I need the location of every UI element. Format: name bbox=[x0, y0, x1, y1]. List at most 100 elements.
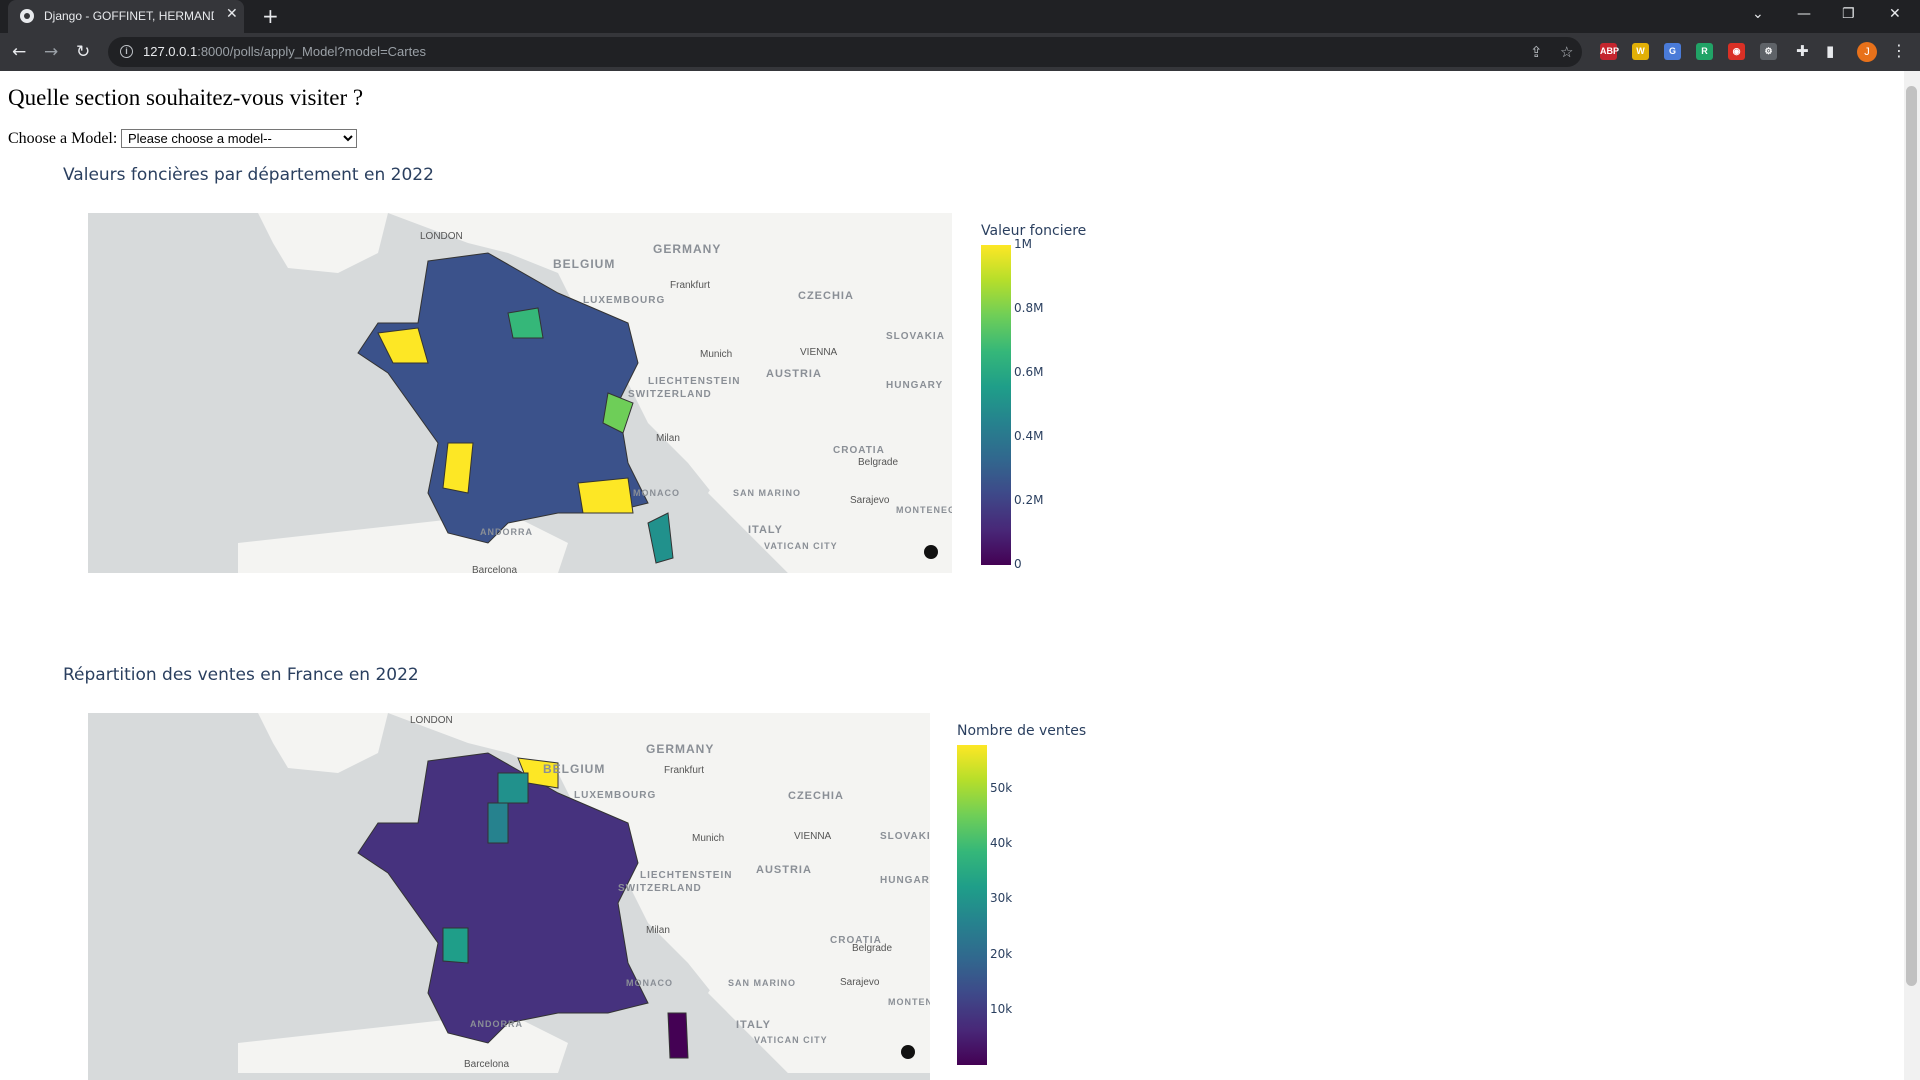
map-country-label: SWITZERLAND bbox=[628, 389, 712, 400]
close-window-icon[interactable]: ✕ bbox=[1889, 6, 1901, 22]
chart2-map-svg: GERMANY BELGIUM CZECHIA SLOVAKIA AUSTRIA HUNG… bbox=[238, 713, 930, 1073]
map-country-label: LUXEMBOURG bbox=[583, 295, 665, 306]
uk-land bbox=[258, 713, 388, 773]
colorbar-tick-label: 0.2M bbox=[1014, 493, 1044, 507]
minimize-icon[interactable]: — bbox=[1797, 6, 1811, 22]
map-city-label: Frankfurt bbox=[664, 765, 704, 776]
department-region bbox=[577, 477, 634, 514]
extension-icon[interactable]: ⚙ bbox=[1760, 43, 1777, 60]
tab-search-icon[interactable]: ⌄ bbox=[1752, 6, 1764, 22]
extension-icon[interactable]: ◉ bbox=[1728, 43, 1745, 60]
map-city-label: Milan bbox=[646, 925, 670, 936]
chart2-colorbar bbox=[957, 745, 987, 1065]
colorbar-tick-label: 30k bbox=[990, 891, 1013, 906]
map-city-label: VIENNA bbox=[794, 831, 832, 842]
page-content: Quelle section souhaitez-vous visiter ? … bbox=[0, 71, 1920, 1080]
back-icon[interactable]: ← bbox=[12, 42, 26, 62]
forward-icon[interactable]: → bbox=[44, 42, 58, 62]
browser-menu-icon[interactable]: ⋮ bbox=[1891, 41, 1907, 60]
colorbar-tick-label: 40k bbox=[990, 836, 1013, 851]
extension-icon[interactable]: W bbox=[1632, 43, 1649, 60]
scrollbar-thumb[interactable] bbox=[1906, 86, 1917, 986]
chart1-map-svg: GERMANY BELGIUM CZECHIA SLOVAKIA AUSTRIA HUNG… bbox=[238, 213, 952, 573]
map-country-label: GERMANY bbox=[653, 242, 721, 256]
map-country-label: SLOVAKIA bbox=[880, 831, 930, 842]
map-country-label: BELGIUM bbox=[553, 257, 615, 271]
map-country-label: BELGIUM bbox=[543, 762, 605, 776]
map-city-label: Sarajevo bbox=[850, 495, 890, 506]
map-city-label: Milan bbox=[656, 433, 680, 444]
model-select[interactable]: Please choose a model-- bbox=[121, 129, 357, 148]
page-title: Quelle section souhaitez-vous visiter ? bbox=[8, 85, 364, 110]
new-tab-icon[interactable]: + bbox=[262, 4, 279, 28]
side-panel-icon[interactable]: ▮ bbox=[1826, 42, 1834, 60]
map-country-label: SLOVAKIA bbox=[886, 331, 945, 342]
map-city-label: Munich bbox=[692, 833, 724, 844]
site-info-icon[interactable]: i bbox=[120, 45, 133, 58]
django-favicon-icon bbox=[20, 9, 34, 23]
department-region bbox=[507, 307, 544, 339]
colorbar-tick-label: 0.4M bbox=[1014, 429, 1044, 443]
extension-icon[interactable]: R bbox=[1696, 43, 1713, 60]
extensions-puzzle-icon[interactable]: ✚ bbox=[1796, 42, 1809, 60]
map-country-label: HUNGARY bbox=[886, 380, 943, 391]
map-country-label: LIECHTENSTEIN bbox=[640, 870, 732, 881]
map-country-label: ANDORRA bbox=[470, 1019, 523, 1029]
department-region bbox=[647, 512, 674, 564]
map-country-label: GERMANY bbox=[646, 742, 714, 756]
map-city-label: Belgrade bbox=[852, 943, 892, 954]
department-region bbox=[497, 772, 529, 804]
profile-avatar[interactable]: J bbox=[1857, 42, 1877, 62]
map-country-label: HUNGARY bbox=[880, 875, 930, 886]
map-country-label: ANDORRA bbox=[480, 527, 533, 537]
restore-icon[interactable]: ❐ bbox=[1842, 6, 1855, 22]
tab-title: Django - GOFFINET, HERMAND, bbox=[44, 9, 214, 23]
chart2-title: Répartition des ventes en France en 2022 bbox=[63, 665, 419, 685]
chart2-map[interactable]: GERMANY BELGIUM CZECHIA SLOVAKIA AUSTRIA HUNG… bbox=[88, 713, 930, 1080]
colorbar-tick-label: 20k bbox=[990, 946, 1013, 961]
map-country-label: MONACO bbox=[626, 978, 673, 988]
share-icon[interactable]: ⇪ bbox=[1530, 43, 1543, 61]
map-info-icon bbox=[924, 545, 938, 559]
map-country-label: ITALY bbox=[748, 524, 783, 536]
map-country-label: SAN MARINO bbox=[733, 488, 801, 498]
map-city-label: LONDON bbox=[410, 715, 453, 726]
department-region bbox=[487, 802, 509, 844]
colorbar-tick-label: 0 bbox=[1014, 557, 1022, 571]
map-country-label: VATICAN CITY bbox=[754, 1035, 828, 1045]
department-region bbox=[667, 1012, 689, 1059]
browser-tab[interactable]: Django - GOFFINET, HERMAND, ✕ bbox=[8, 0, 244, 33]
chooser-label: Choose a Model: bbox=[8, 130, 118, 147]
reload-icon[interactable]: ↻ bbox=[76, 42, 90, 62]
map-city-label: Barcelona bbox=[464, 1059, 509, 1070]
map-city-label: VIENNA bbox=[800, 347, 838, 358]
map-country-label: SWITZERLAND bbox=[618, 883, 702, 894]
model-chooser: Choose a Model: Please choose a model-- bbox=[8, 129, 357, 148]
map-country-label: CZECHIA bbox=[788, 790, 844, 802]
colorbar-tick-label: 0.8M bbox=[1014, 301, 1044, 315]
bookmark-star-icon[interactable]: ☆ bbox=[1560, 43, 1573, 61]
map-city-label: Frankfurt bbox=[670, 280, 710, 291]
close-tab-icon[interactable]: ✕ bbox=[226, 6, 238, 22]
browser-toolbar: ← → ↻ i 127.0.0.1:8000/polls/apply_Model… bbox=[0, 33, 1920, 71]
map-country-label: AUSTRIA bbox=[756, 864, 812, 876]
colorbar-tick-label: 10k bbox=[990, 1001, 1013, 1016]
url-text[interactable]: 127.0.0.1:8000/polls/apply_Model?model=C… bbox=[143, 44, 426, 59]
map-country-label: SAN MARINO bbox=[728, 978, 796, 988]
chart1-colorbar bbox=[981, 245, 1011, 565]
chart1-map[interactable]: GERMANY BELGIUM CZECHIA SLOVAKIA AUSTRIA HUNG… bbox=[88, 213, 952, 573]
chart1-colorbar-title: Valeur fonciere bbox=[981, 223, 1087, 239]
address-bar[interactable]: i 127.0.0.1:8000/polls/apply_Model?model… bbox=[108, 37, 1582, 67]
map-city-label: Belgrade bbox=[858, 457, 898, 468]
map-info-icon bbox=[901, 1045, 915, 1059]
map-country-label: MONACO bbox=[633, 488, 680, 498]
colorbar-tick-label: 1M bbox=[1014, 237, 1032, 251]
colorbar-tick-label: 0.6M bbox=[1014, 365, 1044, 379]
map-country-label: AUSTRIA bbox=[766, 368, 822, 380]
extension-icon[interactable]: ABP bbox=[1600, 43, 1619, 60]
map-city-label: Barcelona bbox=[472, 565, 517, 573]
extension-icon[interactable]: G bbox=[1664, 43, 1681, 60]
department-region bbox=[442, 442, 474, 494]
colorbar-tick-label: 50k bbox=[990, 781, 1013, 796]
map-city-label: Munich bbox=[700, 349, 732, 360]
